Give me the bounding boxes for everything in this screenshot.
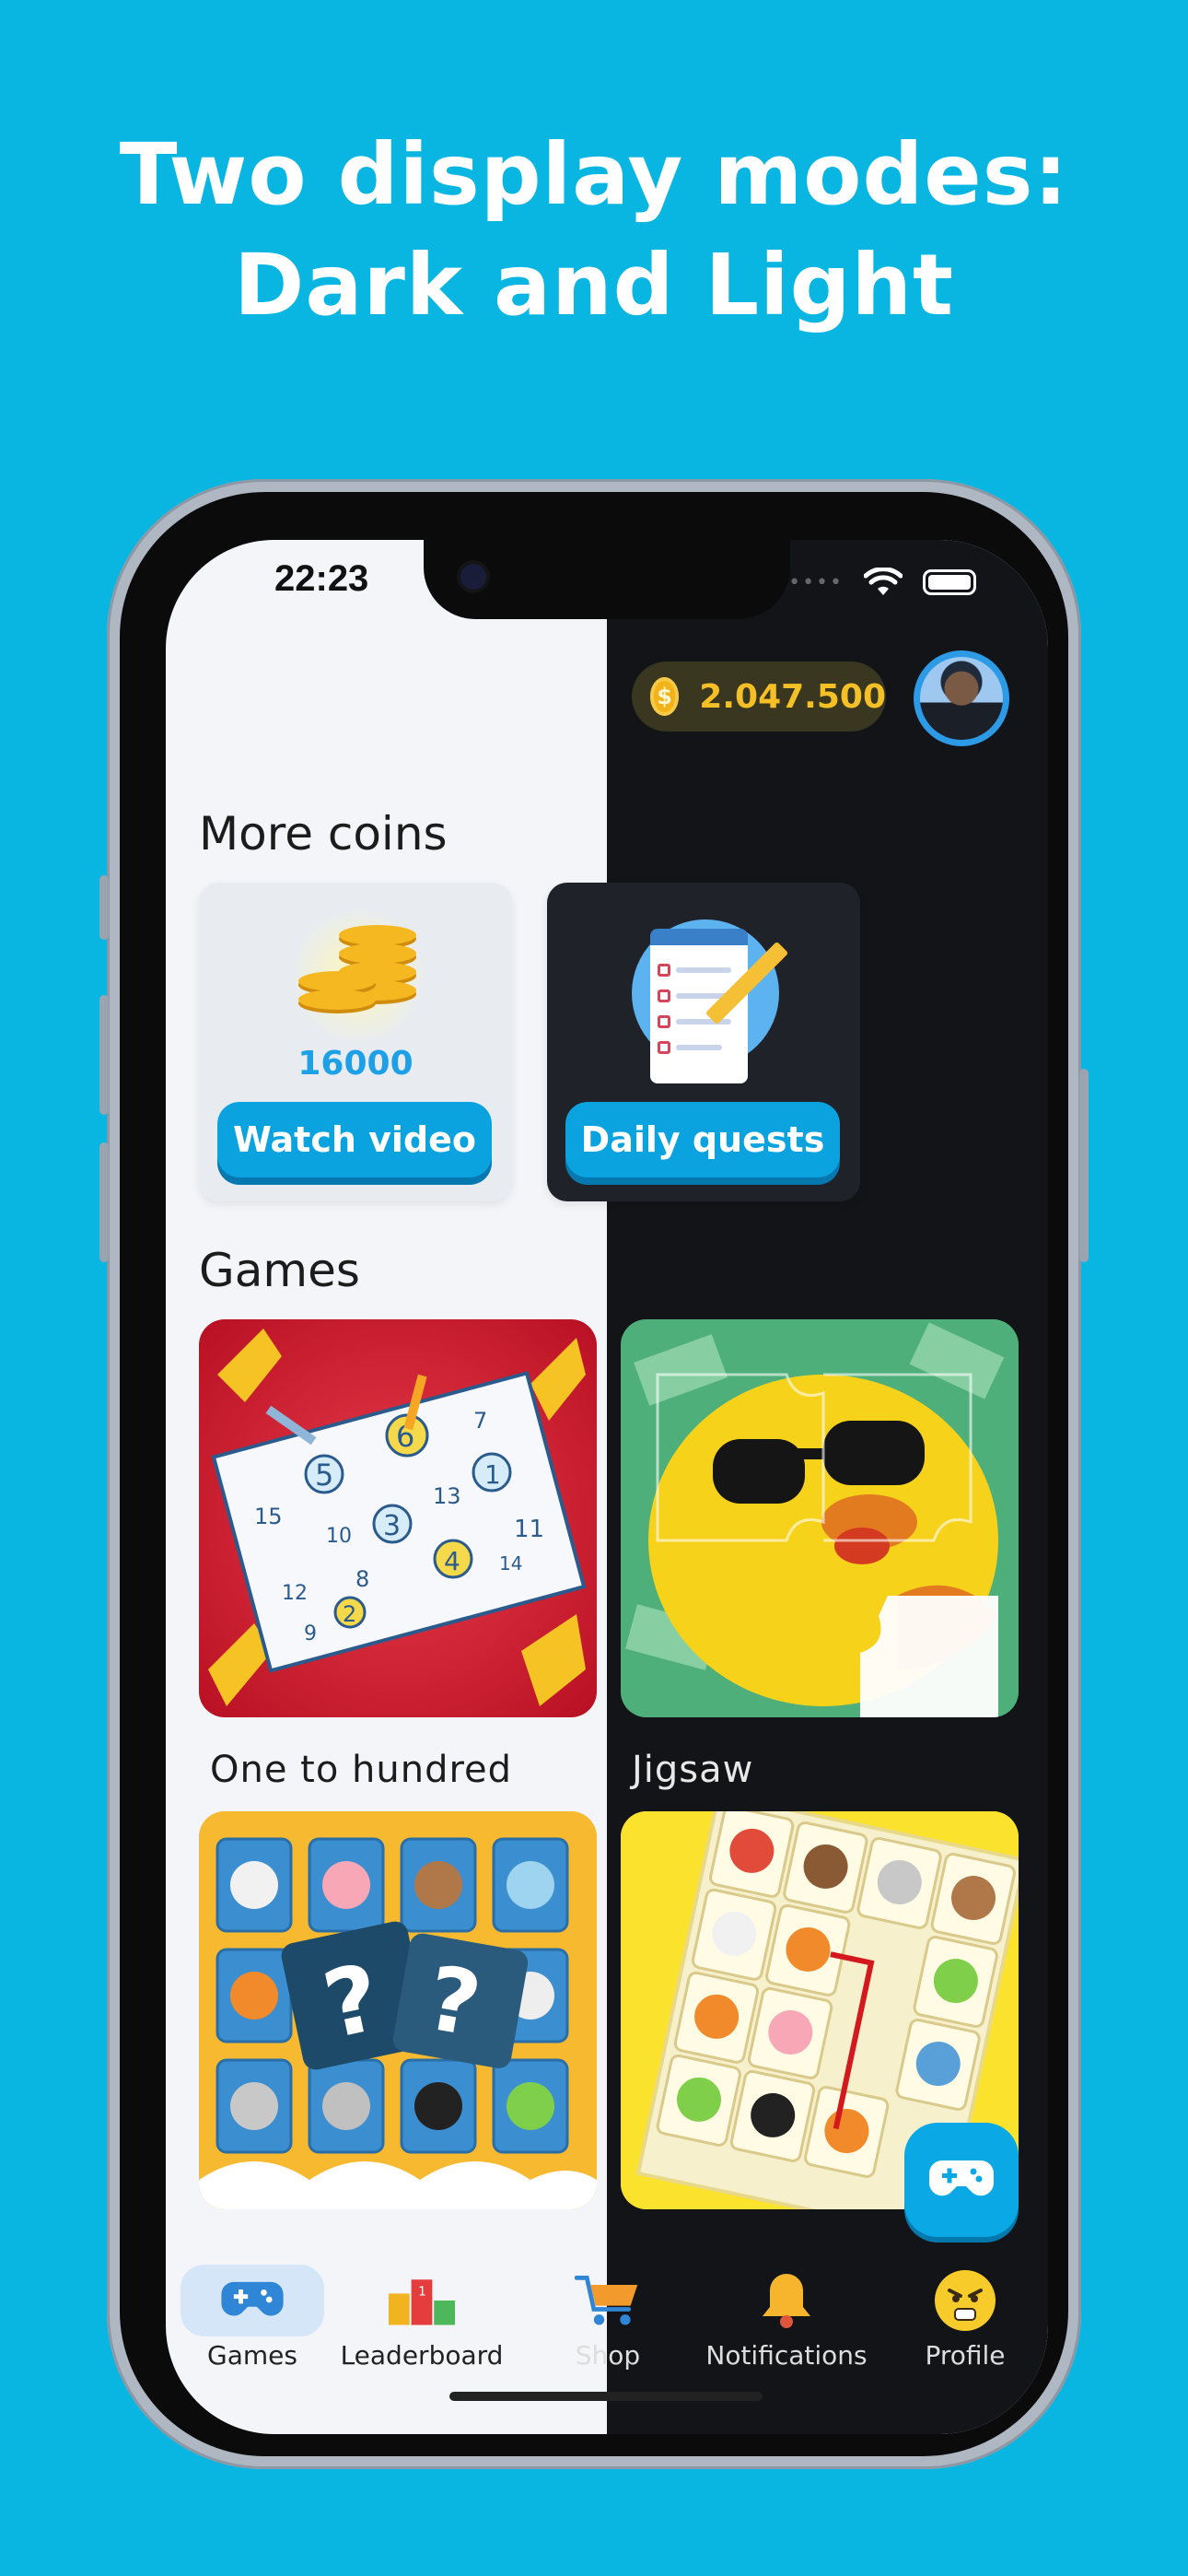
coin-icon: $ (650, 677, 680, 716)
game-label-one-to-hundred: One to hundred (210, 1749, 513, 1791)
coin-stack-icon (289, 907, 427, 1045)
num-8: 8 (355, 1566, 369, 1592)
play-game-fab[interactable] (904, 2123, 1019, 2237)
game-one-to-hundred[interactable]: 5 6 7 15 10 3 13 1 11 12 8 4 14 9 2 (199, 1319, 597, 1717)
game-memory[interactable]: ? ? (199, 1811, 597, 2209)
avatar[interactable] (914, 650, 1009, 746)
status-icons: •••• (788, 568, 976, 597)
gamepad-icon (929, 2160, 994, 2196)
num-2: 2 (343, 1601, 356, 1627)
num-15: 15 (254, 1504, 283, 1529)
tab-notifications[interactable]: Notifications (704, 2265, 869, 2394)
svg-text:1: 1 (418, 2285, 425, 2299)
num-5: 5 (315, 1458, 333, 1493)
watch-video-card[interactable]: 16000 Watch video (199, 883, 512, 1201)
watch-video-button[interactable]: Watch video (217, 1102, 492, 1177)
wifi-icon (864, 568, 903, 595)
num-14: 14 (499, 1552, 522, 1575)
memory-game-art: ? ? (199, 1811, 597, 2209)
game-label-jigsaw: Jigsaw (632, 1749, 754, 1791)
num-11: 11 (514, 1516, 544, 1543)
games-title: Games (199, 1244, 360, 1297)
phone-bezel: 22:23 •••• $ 2.047.500 More coins 16000 … (120, 492, 1068, 2456)
num-1: 1 (484, 1459, 501, 1490)
phone-frame: 22:23 •••• $ 2.047.500 More coins 16000 … (99, 479, 1089, 2469)
tab-label-shop: Shop (575, 2340, 641, 2371)
tab-label-games: Games (207, 2340, 297, 2371)
coin-balance-value: 2.047.500 (699, 677, 886, 716)
bell-icon (763, 2274, 810, 2328)
tab-leaderboard[interactable]: 1 Leaderboard (339, 2265, 505, 2394)
battery-icon (923, 569, 976, 595)
more-coins-title: More coins (199, 807, 448, 861)
cart-icon (575, 2276, 638, 2325)
daily-quests-card[interactable]: Daily quests (547, 883, 860, 1201)
num-9: 9 (304, 1622, 317, 1645)
num-12: 12 (282, 1582, 308, 1605)
tab-label-profile: Profile (925, 2340, 1006, 2371)
tab-profile[interactable]: Profile (882, 2265, 1048, 2394)
signal-icon: •••• (788, 570, 844, 594)
emoji-face-icon (935, 2270, 996, 2331)
home-indicator[interactable] (449, 2392, 763, 2401)
one-to-hundred-art: 5 6 7 15 10 3 13 1 11 12 8 4 14 9 2 (208, 1329, 587, 1706)
app-screen: 22:23 •••• $ 2.047.500 More coins 16000 … (166, 540, 1048, 2434)
daily-quests-button[interactable]: Daily quests (565, 1102, 840, 1177)
tab-shop[interactable]: Shop (525, 2265, 691, 2394)
dynamic-notch (424, 540, 790, 619)
tab-label-leaderboard: Leaderboard (340, 2340, 504, 2371)
bottom-tab-bar: Games 1 Leaderboard Shop Notifications P… (166, 2252, 1048, 2434)
video-reward-amount: 16000 (297, 1045, 413, 1083)
tab-games[interactable]: Games (169, 2265, 335, 2394)
num-3: 3 (383, 1510, 401, 1542)
gamepad-icon (221, 2281, 284, 2316)
tab-label-notifications: Notifications (705, 2340, 868, 2371)
num-4: 4 (444, 1546, 460, 1576)
headline: Two display modes: Dark and Light (0, 120, 1188, 341)
jigsaw-art (621, 1319, 1019, 1717)
headline-line1: Two display modes: (119, 125, 1069, 224)
num-13: 13 (433, 1483, 461, 1509)
status-time: 22:23 (274, 558, 369, 599)
num-10: 10 (326, 1525, 352, 1548)
podium-icon: 1 (389, 2279, 455, 2325)
checklist-icon (632, 919, 789, 1083)
front-camera-icon (460, 564, 486, 590)
coin-balance[interactable]: $ 2.047.500 (632, 662, 886, 732)
headline-line2: Dark and Light (234, 236, 954, 334)
num-7: 7 (473, 1408, 487, 1434)
game-jigsaw[interactable] (621, 1319, 1019, 1717)
avatar-photo (920, 657, 1003, 740)
